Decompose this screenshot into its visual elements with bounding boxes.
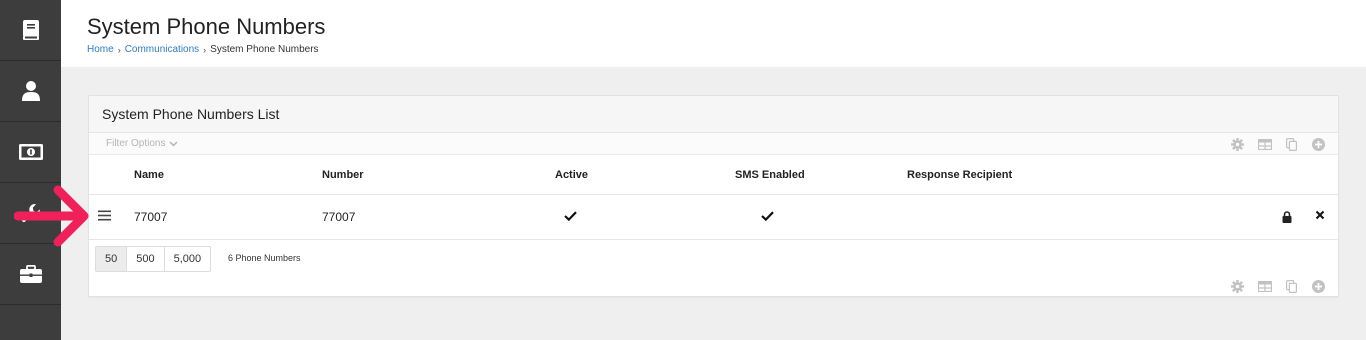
- columns-button[interactable]: [1251, 136, 1278, 152]
- sidebar: [0, 0, 61, 340]
- page-size-5000[interactable]: 5,000: [165, 247, 211, 271]
- cell-name: 77007: [134, 210, 168, 224]
- table-icon: [1257, 138, 1272, 150]
- add-button[interactable]: [1305, 136, 1332, 152]
- annotation-arrow-icon: [14, 185, 89, 247]
- settings-button[interactable]: [1224, 136, 1251, 152]
- copy-icon: [1286, 137, 1297, 151]
- cell-active: [564, 210, 577, 224]
- phone-numbers-panel: System Phone Numbers List Filter Options: [88, 95, 1339, 297]
- breadcrumb: Home › Communications › System Phone Num…: [87, 44, 1366, 55]
- checkmark-icon: [761, 211, 774, 222]
- table-header: Name Number Active SMS Enabled Response …: [89, 155, 1338, 195]
- cell-number: 77007: [322, 210, 356, 224]
- lock-icon[interactable]: [1282, 211, 1292, 223]
- columns-button[interactable]: [1251, 278, 1278, 294]
- breadcrumb-current: System Phone Numbers: [210, 44, 319, 55]
- breadcrumb-home[interactable]: Home: [87, 44, 114, 55]
- user-icon: [21, 81, 40, 101]
- column-header-name[interactable]: Name: [134, 169, 164, 181]
- panel-title: System Phone Numbers List: [102, 106, 280, 122]
- add-button[interactable]: [1305, 278, 1332, 294]
- page-size-selector: 50 500 5,000: [95, 246, 212, 272]
- filter-options-label: Filter Options: [106, 138, 166, 149]
- column-header-sms-enabled[interactable]: SMS Enabled: [735, 169, 805, 181]
- table-row[interactable]: 77007 77007: [89, 195, 1338, 240]
- filter-options-toggle[interactable]: Filter Options: [106, 138, 178, 149]
- checkmark-icon: [564, 211, 577, 222]
- bottom-toolbar-actions: [1224, 278, 1332, 294]
- breadcrumb-communications[interactable]: Communications: [125, 44, 199, 55]
- list-toolbar: Filter Options: [89, 133, 1338, 155]
- copy-button[interactable]: [1278, 278, 1305, 294]
- plus-circle-icon: [1312, 279, 1325, 293]
- column-header-number[interactable]: Number: [322, 169, 364, 181]
- chevron-right-icon: ›: [117, 44, 121, 55]
- book-icon: [22, 20, 39, 40]
- toolbar-actions: [1224, 136, 1332, 152]
- hamburger-menu-icon[interactable]: [98, 210, 111, 221]
- sidebar-item-briefcase[interactable]: [0, 244, 61, 305]
- plus-circle-icon: [1312, 137, 1325, 151]
- copy-icon: [1286, 279, 1297, 293]
- column-header-active[interactable]: Active: [555, 169, 588, 181]
- chevron-down-icon: [169, 140, 178, 147]
- money-icon: [18, 144, 43, 160]
- pagination-row: 50 500 5,000 6 Phone Numbers: [89, 240, 1338, 276]
- page-header: System Phone Numbers Home › Communicatio…: [61, 0, 1366, 67]
- copy-button[interactable]: [1278, 136, 1305, 152]
- sidebar-item-money[interactable]: [0, 122, 61, 183]
- page-title: System Phone Numbers: [87, 14, 326, 39]
- record-count: 6 Phone Numbers: [228, 253, 301, 263]
- sidebar-item-user[interactable]: [0, 61, 61, 122]
- sidebar-item-book[interactable]: [0, 0, 61, 61]
- page-size-500[interactable]: 500: [127, 247, 165, 271]
- column-header-response-recipient[interactable]: Response Recipient: [907, 169, 1012, 181]
- close-icon[interactable]: [1315, 210, 1325, 220]
- gear-icon: [1231, 279, 1244, 293]
- settings-button[interactable]: [1224, 278, 1251, 294]
- gear-icon: [1231, 137, 1244, 151]
- panel-header: System Phone Numbers List: [89, 96, 1338, 133]
- chevron-right-icon: ›: [203, 44, 207, 55]
- briefcase-icon: [19, 265, 42, 283]
- cell-sms-enabled: [761, 210, 774, 224]
- table-icon: [1257, 280, 1272, 292]
- page-size-50[interactable]: 50: [96, 247, 128, 271]
